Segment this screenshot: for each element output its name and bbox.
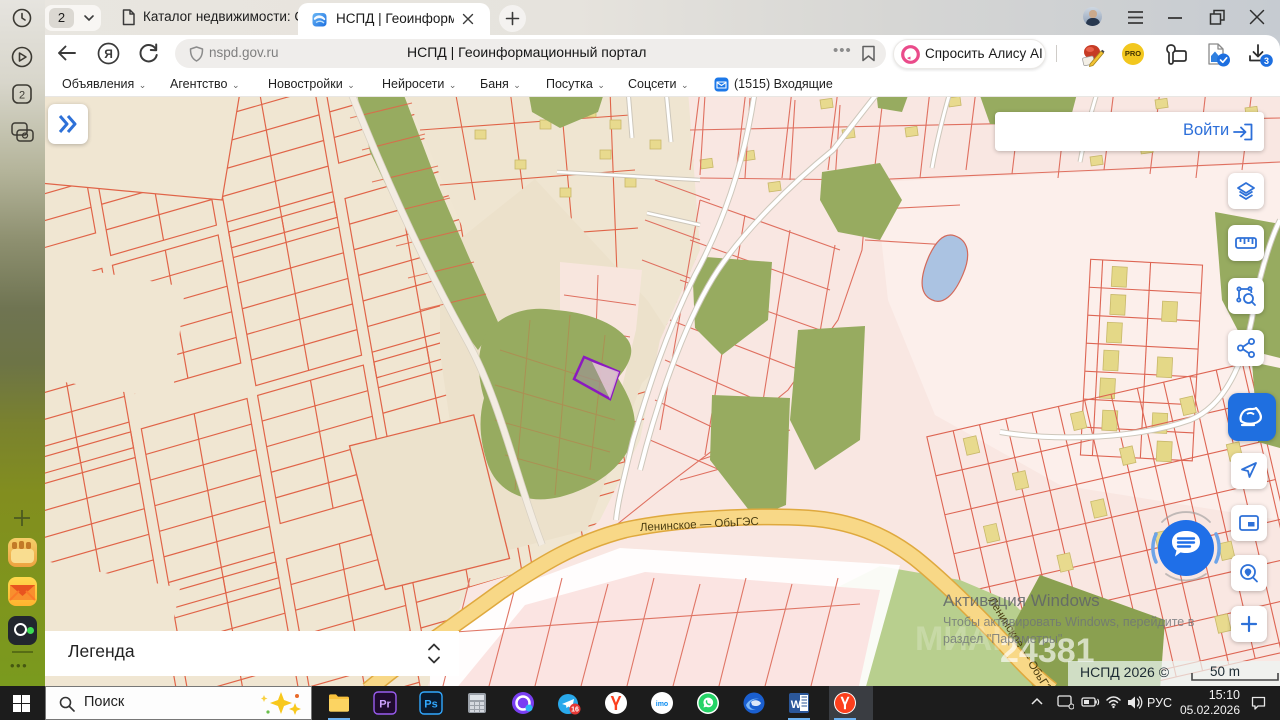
svg-text:2: 2: [19, 90, 25, 102]
svg-text:Я: Я: [104, 47, 113, 61]
svg-text:W: W: [791, 699, 802, 711]
svg-text:16: 16: [571, 707, 579, 714]
svg-text:3: 3: [1264, 56, 1269, 66]
svg-text:Pr: Pr: [379, 699, 391, 711]
svg-text:Ps: Ps: [424, 699, 437, 711]
svg-text:imo: imo: [656, 701, 668, 708]
